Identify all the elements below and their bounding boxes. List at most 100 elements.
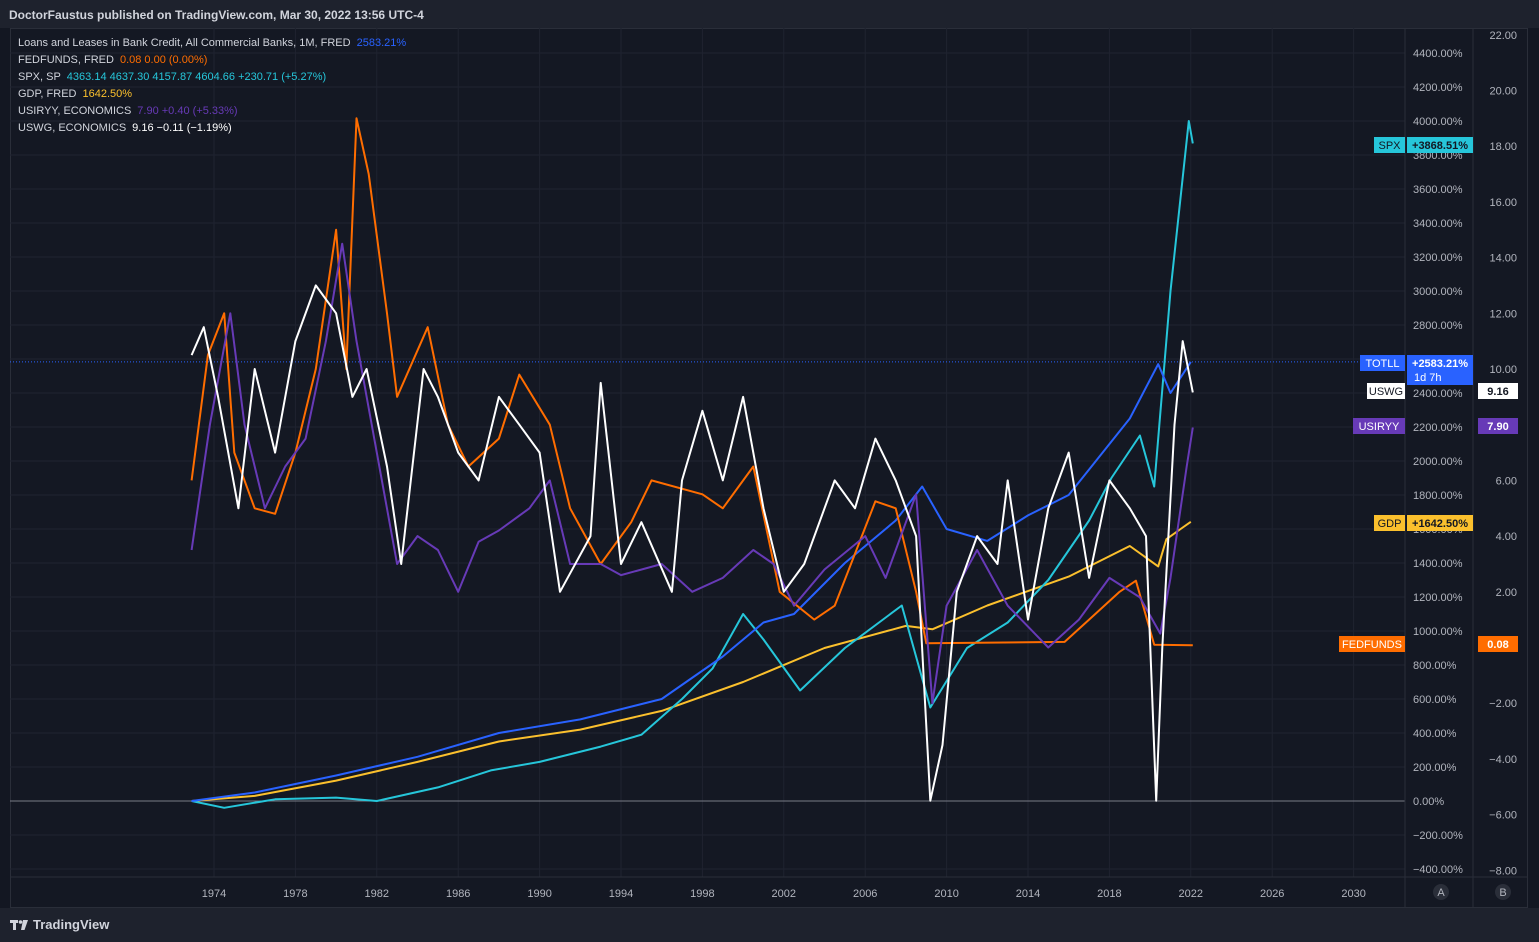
rate-axis-label: 18.00 — [1489, 141, 1517, 153]
axis-tag-name: TOTLL — [1365, 358, 1399, 370]
legend-row[interactable]: FEDFUNDS, FRED 0.08 0.00 (0.00%) — [18, 52, 410, 69]
series-line-totll — [191, 361, 1192, 802]
x-tick-label: 2002 — [772, 888, 796, 900]
pct-axis-label: 600.00% — [1413, 694, 1457, 706]
series-line-gdp — [191, 520, 1192, 802]
series-line-uswg — [190, 284, 1194, 802]
x-tick-label: 2010 — [934, 888, 958, 900]
pct-axis-label: 0.00% — [1413, 796, 1444, 808]
axis-tag-value-gdp: +1642.50% — [1407, 515, 1473, 531]
pct-axis-label: 1200.00% — [1413, 592, 1463, 604]
axis-tag-value-spx: +3868.51% — [1407, 137, 1473, 153]
tradingview-logo[interactable]: TradingView — [10, 917, 109, 932]
axis-tag-gdp: GDP — [1374, 515, 1405, 531]
pct-axis-label: 2000.00% — [1413, 456, 1463, 468]
x-tick-label: 1978 — [283, 888, 307, 900]
legend-series-name: SPX, SP — [18, 71, 61, 83]
x-tick-label: 2014 — [1016, 888, 1040, 900]
axis-tag-value: +2583.21% — [1412, 358, 1468, 370]
scale-button-a-label: A — [1437, 887, 1445, 899]
axis-tag-name: GDP — [1378, 518, 1402, 530]
legend-series-values: 0.08 0.00 (0.00%) — [119, 54, 208, 66]
axis-tag-spx: SPX — [1374, 137, 1405, 153]
pct-axis-label: 4000.00% — [1413, 116, 1463, 128]
pct-axis-label: 2400.00% — [1413, 388, 1463, 400]
pct-axis-label: 200.00% — [1413, 762, 1457, 774]
pct-axis-label: 1400.00% — [1413, 558, 1463, 570]
x-tick-label: 2026 — [1260, 888, 1284, 900]
axis-tag-name: SPX — [1378, 140, 1401, 152]
legend-series-name: Loans and Leases in Bank Credit, All Com… — [18, 37, 351, 49]
pct-axis-label: 3600.00% — [1413, 184, 1463, 196]
rate-axis-label: 22.00 — [1489, 30, 1517, 42]
series-line-fedfunds — [190, 117, 1193, 647]
axis-tag-value: +3868.51% — [1412, 140, 1468, 152]
rate-axis-label: −2.00 — [1489, 698, 1517, 710]
rate-axis-label: −6.00 — [1489, 810, 1517, 822]
rate-axis-label: 16.00 — [1489, 197, 1517, 209]
pct-axis-label: 400.00% — [1413, 728, 1457, 740]
scale-button-b-label: B — [1499, 887, 1506, 899]
series-legend[interactable]: Loans and Leases in Bank Credit, All Com… — [18, 35, 410, 137]
pct-axis-label: 3200.00% — [1413, 252, 1463, 264]
tradingview-logo-icon — [10, 919, 28, 930]
rate-axis-label: 14.00 — [1489, 253, 1517, 265]
rate-axis-label: −4.00 — [1489, 754, 1517, 766]
x-tick-label: 2018 — [1097, 888, 1121, 900]
axis-tag-value: +1642.50% — [1412, 518, 1468, 530]
axis-tag-value-fedfunds: 0.08 — [1478, 636, 1518, 652]
x-tick-label: 1986 — [446, 888, 470, 900]
pct-axis-label: −200.00% — [1413, 830, 1463, 842]
axis-tag-value-totll: +2583.21% 1d 7h — [1407, 355, 1473, 385]
legend-row[interactable]: USIRYY, ECONOMICS 7.90 +0.40 (+5.33%) — [18, 103, 410, 120]
chart-svg[interactable]: 1974 1978 1982 1986 1990 1994 1998 2002 2006 2010… — [0, 0, 1539, 942]
legend-series-values: 1642.50% — [82, 88, 133, 100]
axis-tag-value-usiryy: 7.90 — [1478, 418, 1518, 434]
axis-tag-countdown: 1d 7h — [1414, 372, 1442, 384]
pct-axis-label: 3000.00% — [1413, 286, 1463, 298]
pct-axis-label: −400.00% — [1413, 864, 1463, 876]
legend-series-name: FEDFUNDS, FRED — [18, 54, 114, 66]
rate-axis-label: 20.00 — [1489, 86, 1517, 98]
legend-series-values: 2583.21% — [356, 37, 407, 49]
x-tick-label: 2006 — [853, 888, 877, 900]
legend-series-values: 4363.14 4637.30 4157.87 4604.66 +230.71 … — [66, 71, 327, 83]
footer-bar — [0, 908, 1539, 942]
legend-row[interactable]: GDP, FRED 1642.50% — [18, 86, 410, 103]
legend-series-name: USWG, ECONOMICS — [18, 122, 127, 134]
x-tick-label: 1982 — [365, 888, 389, 900]
rate-axis-label: −8.00 — [1489, 865, 1517, 877]
pct-axis-label: 1000.00% — [1413, 626, 1463, 638]
legend-row[interactable]: USWG, ECONOMICS 9.16 −0.11 (−1.19%) — [18, 120, 410, 137]
rate-axis-label: 4.00 — [1496, 531, 1517, 543]
legend-series-name: GDP, FRED — [18, 88, 77, 100]
axis-tag-name: USWG — [1369, 386, 1403, 398]
axis-tag-value: 9.16 — [1487, 386, 1508, 398]
axis-tag-name: USIRYY — [1359, 421, 1400, 433]
pct-axis-label: 4200.00% — [1413, 82, 1463, 94]
tradingview-brand: TradingView — [33, 917, 110, 932]
axis-tag-usiryy: USIRYY — [1353, 418, 1405, 434]
series-line-spx — [191, 120, 1194, 809]
pct-axis-label: 800.00% — [1413, 660, 1457, 672]
axis-tag-fedfunds: FEDFUNDS — [1339, 636, 1405, 652]
legend-series-values: 9.16 −0.11 (−1.19%) — [132, 122, 232, 134]
scale-button-a[interactable]: A — [1433, 884, 1449, 900]
axis-tag-value-uswg: 9.16 — [1478, 383, 1518, 399]
x-tick-label: 1974 — [202, 888, 226, 900]
legend-series-values: 7.90 +0.40 (+5.33%) — [137, 105, 238, 117]
pct-axis-label: 3400.00% — [1413, 218, 1463, 230]
legend-row[interactable]: SPX, SP 4363.14 4637.30 4157.87 4604.66 +… — [18, 69, 410, 86]
legend-row[interactable]: Loans and Leases in Bank Credit, All Com… — [18, 35, 410, 52]
scale-button-b[interactable]: B — [1495, 884, 1511, 900]
axis-tag-name: FEDFUNDS — [1342, 639, 1402, 651]
axis-tag-totll: TOTLL — [1360, 355, 1405, 371]
x-tick-label: 2030 — [1341, 888, 1365, 900]
rate-axis-label: 10.00 — [1489, 364, 1517, 376]
x-tick-label: 1998 — [690, 888, 714, 900]
rate-axis-label: 6.00 — [1496, 475, 1517, 487]
rate-axis-label: 2.00 — [1496, 587, 1517, 599]
pct-axis-label: 4400.00% — [1413, 48, 1463, 60]
axis-tag-value: 0.08 — [1487, 639, 1508, 651]
legend-series-name: USIRYY, ECONOMICS — [18, 105, 132, 117]
